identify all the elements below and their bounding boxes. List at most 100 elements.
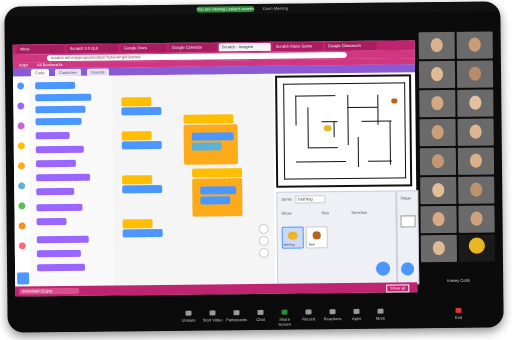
share-screen-label: Share Screen [278, 316, 292, 327]
script-block[interactable] [121, 106, 162, 116]
palette-block[interactable] [35, 131, 70, 140]
participant-tile[interactable] [458, 205, 495, 233]
more-button[interactable]: More [369, 308, 391, 321]
script-block[interactable] [191, 132, 234, 141]
stage-pane: Stage [396, 190, 420, 285]
bookmark-all[interactable]: All Bookmarks [37, 62, 63, 67]
participant-tile[interactable] [457, 147, 495, 175]
participant-tile[interactable] [457, 89, 494, 117]
maze-wall [295, 95, 297, 126]
category-looks[interactable] [17, 102, 25, 110]
category-sensing[interactable] [18, 182, 26, 190]
script-block[interactable] [122, 175, 153, 185]
frog-sprite-icon[interactable] [323, 125, 332, 132]
browser-tab[interactable]: Google Calendar [168, 43, 217, 52]
chat-button[interactable]: Chat [249, 309, 271, 322]
palette-block[interactable] [36, 173, 91, 182]
category-control[interactable] [17, 162, 26, 170]
zoom-in-icon[interactable] [258, 223, 269, 234]
bookmark-apps[interactable]: Apps [19, 62, 28, 67]
participant-tile[interactable] [420, 205, 457, 234]
script-block[interactable] [183, 114, 234, 124]
viewing-screen-banner[interactable]: You are viewing Lesley's screen [196, 5, 255, 13]
category-operators[interactable] [18, 202, 26, 210]
script-block[interactable] [191, 142, 222, 151]
end-button[interactable]: End [447, 307, 469, 320]
record-icon [305, 309, 312, 315]
browser-tab[interactable]: Scratch 3.0 GUI [66, 44, 119, 53]
add-backdrop-button[interactable] [401, 262, 415, 276]
share-screen-button[interactable]: Share Screen [273, 309, 295, 327]
category-my-blocks[interactable] [18, 242, 26, 250]
palette-block[interactable] [36, 235, 89, 244]
maze-wall [321, 121, 338, 123]
direction-label: Direction [351, 209, 368, 215]
script-block[interactable] [122, 219, 153, 229]
participant-tile[interactable] [456, 31, 493, 59]
participant-tile[interactable] [418, 60, 456, 89]
browser-tab[interactable]: Scratch Maze Game [272, 42, 323, 51]
unmute-label: Unmute [181, 317, 196, 323]
show-all-button[interactable]: Show all [386, 284, 410, 293]
code-area[interactable] [113, 73, 276, 286]
palette-block[interactable] [35, 117, 82, 126]
palette-block[interactable] [37, 263, 86, 272]
chat-icon [257, 309, 264, 315]
script-block[interactable] [121, 140, 162, 150]
palette-block[interactable] [35, 93, 92, 102]
sprite-name-field[interactable]: ball frog [295, 195, 326, 204]
participants-icon [233, 310, 240, 316]
add-sprite-button[interactable] [375, 261, 391, 276]
participant-tile[interactable] [418, 31, 455, 60]
browser-tab[interactable]: Inbox [16, 44, 65, 54]
participant-tile[interactable] [419, 147, 457, 176]
participant-tile[interactable] [456, 60, 494, 88]
script-block[interactable] [122, 228, 163, 238]
palette-block[interactable] [35, 81, 76, 90]
reactions-button[interactable]: Reactions [321, 309, 343, 321]
participant-tile[interactable] [457, 118, 494, 146]
participant-tile[interactable] [458, 176, 495, 204]
category-sound[interactable] [17, 122, 25, 130]
category-variables[interactable] [18, 222, 26, 230]
script-block[interactable] [121, 97, 152, 107]
palette-block[interactable] [36, 249, 81, 258]
download-item[interactable]: download (1).jpg [19, 287, 80, 295]
script-block[interactable] [192, 168, 243, 178]
category-events[interactable] [17, 142, 25, 150]
unmute-button[interactable]: Unmute [178, 310, 200, 323]
block-palette [29, 75, 117, 287]
sprite-thumbnail-selected[interactable]: ball frog [281, 226, 304, 249]
script-block[interactable] [121, 131, 152, 141]
participant-tile[interactable] [419, 118, 456, 147]
participant-tile[interactable] [420, 176, 457, 205]
participant-tile[interactable] [420, 234, 458, 263]
browser-tab[interactable]: Google Classroom [324, 41, 377, 51]
backdrop-thumbnail[interactable] [400, 215, 416, 228]
palette-block[interactable] [35, 145, 84, 154]
palette-block[interactable] [35, 105, 86, 114]
palette-block[interactable] [36, 203, 83, 212]
sprite-thumbnail[interactable]: Bear [305, 226, 328, 249]
record-button[interactable]: Record [297, 309, 319, 322]
palette-block[interactable] [36, 187, 75, 196]
zoom-out-icon[interactable] [258, 235, 269, 246]
goal-sprite-icon[interactable] [391, 98, 398, 104]
participants-button[interactable]: Participants [225, 310, 247, 322]
participant-tile-avatar[interactable] [458, 234, 496, 262]
browser-tab[interactable]: Google Docs [120, 43, 167, 53]
apps-button[interactable]: Apps [345, 308, 367, 321]
extensions-button[interactable] [17, 272, 30, 285]
stage[interactable] [275, 74, 413, 188]
microphone-icon [185, 310, 192, 316]
category-motion[interactable] [17, 82, 25, 90]
palette-block[interactable] [35, 159, 76, 168]
browser-tab-active[interactable]: Scratch - Imagine [218, 42, 271, 52]
script-block[interactable] [122, 184, 163, 194]
palette-block[interactable] [36, 217, 67, 226]
participant-tile[interactable] [419, 89, 456, 118]
script-block[interactable] [200, 196, 231, 205]
script-block[interactable] [200, 186, 237, 195]
start-video-button[interactable]: Start Video [202, 310, 224, 323]
reset-zoom-icon[interactable] [258, 247, 269, 258]
